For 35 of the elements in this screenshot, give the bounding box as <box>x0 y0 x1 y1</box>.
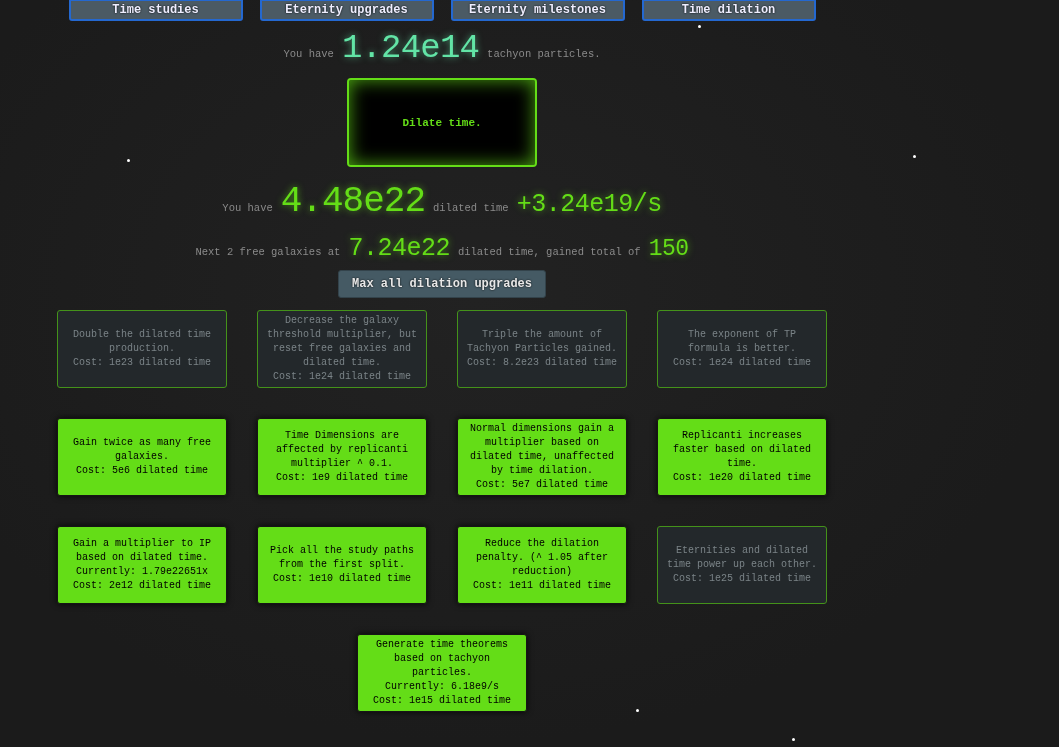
dilated-time-label: You have <box>222 202 273 214</box>
star-dot-icon <box>792 738 795 741</box>
upgrade-button[interactable]: Normal dimensions gain a multiplier based on dilated time, unaffected by time dilation. Cost: 5e7 dilated time <box>457 418 627 496</box>
upgrade-button[interactable]: Generate time theorems based on tachyon particles. Currently: 6.18e9/s Cost: 1e15 dilated time <box>357 634 527 712</box>
dilated-time-count: 4.48e22 <box>280 181 425 223</box>
galaxy-threshold-value: 7.24e22 <box>348 234 450 264</box>
galaxy-total-value: 150 <box>648 235 689 264</box>
max-upgrades-button[interactable]: Max all dilation upgrades <box>338 270 546 298</box>
upgrade-button[interactable]: Reduce the dilation penalty. (^ 1.05 after reduction) Cost: 1e11 dilated time <box>457 526 627 604</box>
star-dot-icon <box>698 25 701 28</box>
upgrade-button[interactable]: Double the dilated time production. Cost: 1e23 dilated time <box>57 310 227 388</box>
star-dot-icon <box>636 709 639 712</box>
star-dot-icon <box>127 159 130 162</box>
dilate-time-button[interactable]: Dilate time. <box>347 78 537 167</box>
tab[interactable]: Time dilation <box>641 0 816 21</box>
upgrade-button[interactable]: Gain twice as many free galaxies. Cost: 5e6 dilated time <box>57 418 227 496</box>
tachyon-count: 1.24e14 <box>341 28 480 68</box>
upgrade-button[interactable]: Pick all the study paths from the first split. Cost: 1e10 dilated time <box>257 526 427 604</box>
star-dot-icon <box>913 155 916 158</box>
tab[interactable]: Time studies <box>68 0 243 21</box>
upgrade-button[interactable]: Decrease the galaxy threshold multiplier, but reset free galaxies and dilated time. Cost: 1e24 dilated time <box>257 310 427 388</box>
upgrade-button[interactable]: Time Dimensions are affected by replicanti multiplier ^ 0.1. Cost: 1e9 dilated time <box>257 418 427 496</box>
upgrade-button[interactable]: Eternities and dilated time power up each other. Cost: 1e25 dilated time <box>657 526 827 604</box>
galaxy-threshold-label: Next 2 free galaxies at <box>195 246 341 258</box>
tachyon-label: You have <box>283 48 334 60</box>
upgrade-button[interactable]: The exponent of TP formula is better. Cost: 1e24 dilated time <box>657 310 827 388</box>
galaxy-total-label: dilated time, gained total of <box>457 246 641 258</box>
upgrade-button[interactable]: Gain a multiplier to IP based on dilated time. Currently: 1.79e22651x Cost: 2e12 dilated time <box>57 526 227 604</box>
upgrade-button[interactable]: Replicanti increases faster based on dilated time. Cost: 1e20 dilated time <box>657 418 827 496</box>
tab[interactable]: Eternity upgrades <box>259 0 434 21</box>
dilated-time-unit-label: dilated time <box>433 202 509 214</box>
upgrade-button[interactable]: Triple the amount of Tachyon Particles gained. Cost: 8.2e23 dilated time <box>457 310 627 388</box>
tachyon-unit-label: tachyon particles. <box>487 48 601 60</box>
tab[interactable]: Eternity milestones <box>450 0 625 21</box>
dilated-time-rate: +3.24e19/s <box>516 189 662 221</box>
